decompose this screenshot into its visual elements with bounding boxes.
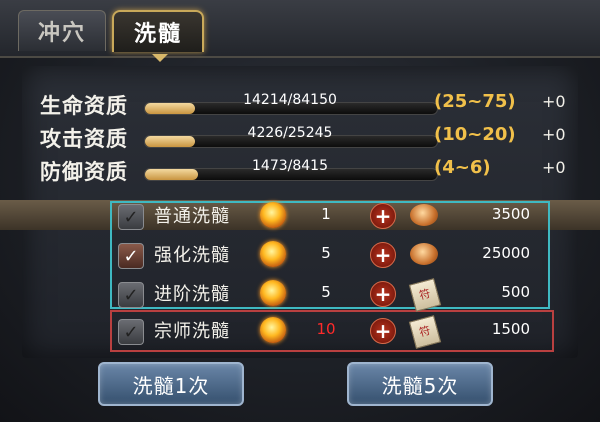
stat-range: (25~75) [434, 91, 516, 112]
tab-bar: 冲穴 洗髓 [0, 0, 600, 62]
option-checkbox[interactable]: ✓ [118, 319, 144, 345]
scroll-icon: 符 [408, 278, 442, 312]
tab-wash-marrow-label: 洗髓 [133, 22, 182, 47]
option-count: 5 [321, 283, 331, 301]
stat-bonus: +0 [542, 92, 566, 111]
stat-value: 14214/84150 [243, 92, 337, 108]
option-row-normal[interactable]: ✓ 普通洗髓 1 + 3500 [118, 201, 548, 231]
option-name: 普通洗髓 [154, 206, 230, 227]
option-count: 10 [316, 320, 336, 338]
tab-acupoint[interactable]: 冲穴 [18, 10, 106, 51]
fire-orb-icon [260, 280, 286, 306]
option-row-master[interactable]: ✓ 宗师洗髓 10 + 符 1500 [118, 315, 548, 349]
copper-coin-icon [410, 243, 438, 265]
wash-marrow-screen: 冲穴 洗髓 生命资质 14214/84150 (25~75) +0 攻击资质 4… [0, 0, 600, 422]
option-cost: 3500 [491, 205, 530, 223]
fire-orb-icon [260, 241, 286, 267]
stat-value: 4226/25245 [247, 125, 333, 141]
stat-row-life: 生命资质 14214/84150 (25~75) +0 [40, 90, 580, 118]
option-cost: 1500 [491, 320, 530, 338]
scroll-icon: 符 [408, 315, 442, 349]
stat-row-attack: 攻击资质 4226/25245 (10~20) +0 [40, 123, 580, 151]
fire-orb-icon [260, 317, 286, 343]
option-count: 5 [321, 244, 331, 262]
option-name: 进阶洗髓 [154, 284, 230, 305]
option-row-advanced[interactable]: ✓ 进阶洗髓 5 + 符 500 [118, 278, 548, 312]
option-name: 强化洗髓 [154, 245, 230, 266]
option-count: 1 [321, 205, 331, 223]
copper-coin-icon [410, 204, 438, 226]
stat-label: 攻击资质 [40, 127, 128, 151]
active-tab-chevron-icon [152, 54, 168, 62]
wash-once-button[interactable]: 洗髓1次 [98, 362, 244, 406]
option-checkbox[interactable]: ✓ [118, 204, 144, 230]
add-plus-icon[interactable]: + [370, 318, 396, 344]
stat-row-defense: 防御资质 1473/8415 (4~6) +0 [40, 156, 580, 184]
stat-bonus: +0 [542, 125, 566, 144]
stat-label: 防御资质 [40, 160, 128, 184]
stat-label: 生命资质 [40, 94, 128, 118]
option-row-enhanced[interactable]: ✓ 强化洗髓 5 + 25000 [118, 240, 548, 270]
add-plus-icon[interactable]: + [370, 242, 396, 268]
stat-bonus: +0 [542, 158, 566, 177]
add-plus-icon[interactable]: + [370, 203, 396, 229]
option-cost: 500 [501, 283, 530, 301]
fire-orb-icon [260, 202, 286, 228]
stat-range: (4~6) [434, 157, 491, 178]
wash-five-times-button[interactable]: 洗髓5次 [347, 362, 493, 406]
option-checkbox-checked[interactable]: ✓ [118, 243, 144, 269]
option-checkbox[interactable]: ✓ [118, 282, 144, 308]
tab-wash-marrow[interactable]: 洗髓 [112, 10, 204, 62]
option-name: 宗师洗髓 [154, 321, 230, 342]
add-plus-icon[interactable]: + [370, 281, 396, 307]
stat-range: (10~20) [434, 124, 516, 145]
stat-value: 1473/8415 [252, 158, 328, 174]
option-cost: 25000 [482, 244, 530, 262]
